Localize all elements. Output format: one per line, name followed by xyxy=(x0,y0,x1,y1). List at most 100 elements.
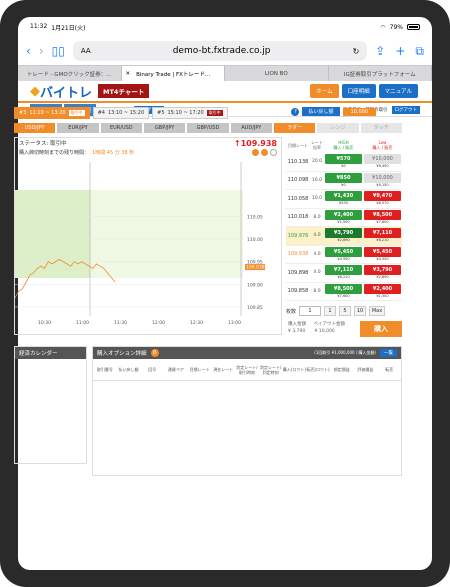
high-buy-button[interactable]: ¥7,110 xyxy=(325,265,362,276)
rate-row: 110.138 20.0 ¥570 ¥0 ¥10,000 ¥9,450 xyxy=(286,153,402,172)
browser-tab-label: トレード - GMOクリック証券：… xyxy=(26,71,112,78)
calendar-title: 経済カレンダー xyxy=(15,347,86,359)
remaining-time-line: 購入締切時刻までの残り時間： 1時間 45 分 38 秒 xyxy=(15,148,281,157)
browser-tab[interactable]: ✕ Binary Trade | FXトレード… xyxy=(121,66,225,81)
trade-status: ステータス: 取引中 xyxy=(19,141,67,147)
buy-button[interactable]: 購入 xyxy=(360,321,402,337)
browser-tab[interactable]: IG証券取引プラットフォーム xyxy=(329,66,432,81)
low-buy-button[interactable]: ¥7,110 xyxy=(364,228,401,239)
high-buy-button[interactable]: ¥3,790 xyxy=(325,228,362,239)
close-tab-icon[interactable]: ✕ xyxy=(126,71,131,77)
url-text[interactable]: demo-bt.fxtrade.co.jp xyxy=(173,46,271,56)
pre-window-zone xyxy=(15,190,90,278)
purchase-price-label: 購入金額 xyxy=(288,322,306,327)
option-tab-3[interactable]: #3 11:10 ~ 13:20 取引中 xyxy=(14,107,90,119)
target-rate: 110.138 xyxy=(287,158,309,165)
status-time: 11:32 xyxy=(30,22,48,30)
high-buy-button[interactable]: ¥1,430 xyxy=(325,191,362,202)
browser-tabs: トレード - GMOクリック証券：… ✕ Binary Trade | FXトレード… xyxy=(18,65,432,81)
url-bar[interactable]: AA demo-bt.fxtrade.co.jp ↻ xyxy=(72,41,368,61)
chart-refresh-icon[interactable] xyxy=(270,149,277,156)
manual-button[interactable]: マニュアル xyxy=(378,84,418,98)
account-statement-button[interactable]: 口座明細 xyxy=(341,84,376,98)
high-buy-button[interactable]: ¥570 xyxy=(325,154,362,165)
high-sell-price: ¥7,600 xyxy=(337,293,350,298)
price-chart: 110.05110.00109.95109.90109.8510:30 11:00… xyxy=(15,162,265,326)
reload-icon[interactable]: ↻ xyxy=(353,47,360,56)
option-time: 15:10 ~ 17:20 xyxy=(167,110,204,116)
home-button[interactable]: ホーム xyxy=(310,84,339,98)
pair-tab[interactable]: EUR/USD xyxy=(100,123,142,133)
quantity-input[interactable]: 1 xyxy=(299,306,322,316)
economic-calendar: 経済カレンダー xyxy=(14,346,87,464)
low-sell-price: ¥9,150 xyxy=(376,182,389,187)
rate-odds: 4.0 xyxy=(313,270,321,276)
high-sell-price: ¥6,210 xyxy=(337,275,350,280)
status-time-group: 11:32 1月21日(火) xyxy=(30,23,85,32)
quantity-choice-max[interactable]: Max xyxy=(369,306,386,316)
toolbar-right: ⇪ + ⧉ xyxy=(375,44,424,59)
quantity-choice-1[interactable]: 1 xyxy=(324,306,337,316)
x-tick-label: 11:30 xyxy=(114,320,127,326)
site-logo[interactable]: ◆ バイトレ xyxy=(30,82,92,101)
pair-tab[interactable]: GBP/USD xyxy=(187,123,229,133)
browser-tab[interactable]: LION BO xyxy=(225,66,329,81)
pair-tab[interactable]: タッチ xyxy=(360,123,402,133)
chart-zoom-icon[interactable] xyxy=(261,149,268,156)
pair-tab[interactable]: EUR/JPY xyxy=(57,123,99,133)
option-row: #3 11:10 ~ 13:20 取引中 #4 13:10 ~ 15:20 #5… xyxy=(14,107,402,119)
low-buy-button[interactable]: ¥3,790 xyxy=(364,265,401,276)
bookmarks-icon[interactable]: ▯▯ xyxy=(52,44,65,58)
head-target: 目標レート xyxy=(288,142,308,148)
low-buy-button[interactable]: ¥9,470 xyxy=(364,191,401,202)
detail-column-header: 現在レート xyxy=(213,367,234,372)
quantity-choice-10[interactable]: 10 xyxy=(354,306,367,316)
option-detail-panel: 購入オプション詳細 0 (1回取引 ¥1,000,000 / 購入金額) 一覧 … xyxy=(92,346,402,476)
back-icon[interactable]: ‹ xyxy=(26,44,31,58)
target-rate: 109.898 xyxy=(287,269,309,276)
low-buy-button[interactable]: ¥8,500 xyxy=(364,209,401,220)
pair-tab[interactable]: GBP/JPY xyxy=(143,123,186,133)
low-buy-button[interactable]: ¥10,000 xyxy=(364,154,401,165)
pair-tab[interactable]: ラダー xyxy=(273,123,316,133)
high-cell: ¥3,790 ¥2,890 xyxy=(325,228,362,243)
browser-tab[interactable]: トレード - GMOクリック証券：… xyxy=(18,66,122,81)
high-buy-button[interactable]: ¥8,500 xyxy=(325,283,362,294)
help-icon[interactable]: ? xyxy=(291,107,300,116)
detail-title: 購入オプション詳細 xyxy=(97,351,147,357)
target-rate: 110.058 xyxy=(287,195,309,202)
high-buy-button[interactable]: ¥5,450 xyxy=(325,246,362,257)
low-buy-button[interactable]: ¥10,000 xyxy=(364,172,401,183)
low-cell: ¥10,000 ¥9,450 xyxy=(364,154,401,169)
remaining-value: 1時間 45 分 38 秒 xyxy=(92,150,135,156)
browser-tab-label: LION BO xyxy=(264,70,288,77)
new-tab-icon[interactable]: + xyxy=(395,44,405,59)
low-buy-button[interactable]: ¥2,400 xyxy=(364,283,401,294)
pair-tab[interactable]: AUD/JPY xyxy=(230,123,272,133)
reader-aa-button[interactable]: AA xyxy=(81,47,91,55)
high-cell: ¥850 ¥0 xyxy=(325,172,362,188)
high-sell-price: ¥2,890 xyxy=(337,238,350,243)
tabs-overview-icon[interactable]: ⧉ xyxy=(415,44,424,59)
x-tick-label: 10:30 xyxy=(38,320,51,326)
high-buy-button[interactable]: ¥2,400 xyxy=(325,209,362,220)
quantity-choice-5[interactable]: 5 xyxy=(339,306,352,316)
option-tab-4[interactable]: #4 13:10 ~ 15:20 xyxy=(92,107,150,119)
list-button[interactable]: 一覧 xyxy=(380,349,397,357)
chart-setting-icon[interactable] xyxy=(252,149,259,156)
forward-icon[interactable]: › xyxy=(39,44,44,58)
status-date: 1月21日(火) xyxy=(51,24,86,32)
share-icon[interactable]: ⇪ xyxy=(375,44,385,59)
pair-tab[interactable]: USD/JPY xyxy=(14,123,56,133)
detail-column-header: 回号 xyxy=(148,367,157,372)
status-line: ステータス: 取引中 ↑109.938 xyxy=(15,138,281,148)
pair-tab[interactable]: レンジ xyxy=(317,123,359,133)
low-buy-button[interactable]: ¥5,450 xyxy=(364,246,401,257)
rate-row: 110.098 16.0 ¥850 ¥0 ¥10,000 ¥9,150 xyxy=(286,172,402,190)
mt4-chart-button[interactable]: MT4チャート xyxy=(98,84,150,98)
x-tick-label: 11:00 xyxy=(76,320,89,326)
high-buy-button[interactable]: ¥850 xyxy=(325,172,362,183)
current-price-label: 109.938 xyxy=(246,265,265,271)
high-cell: ¥2,400 ¥1,500 xyxy=(325,209,362,225)
option-tab-5[interactable]: #5 15:10 ~ 17:20 取引中 xyxy=(152,107,228,119)
